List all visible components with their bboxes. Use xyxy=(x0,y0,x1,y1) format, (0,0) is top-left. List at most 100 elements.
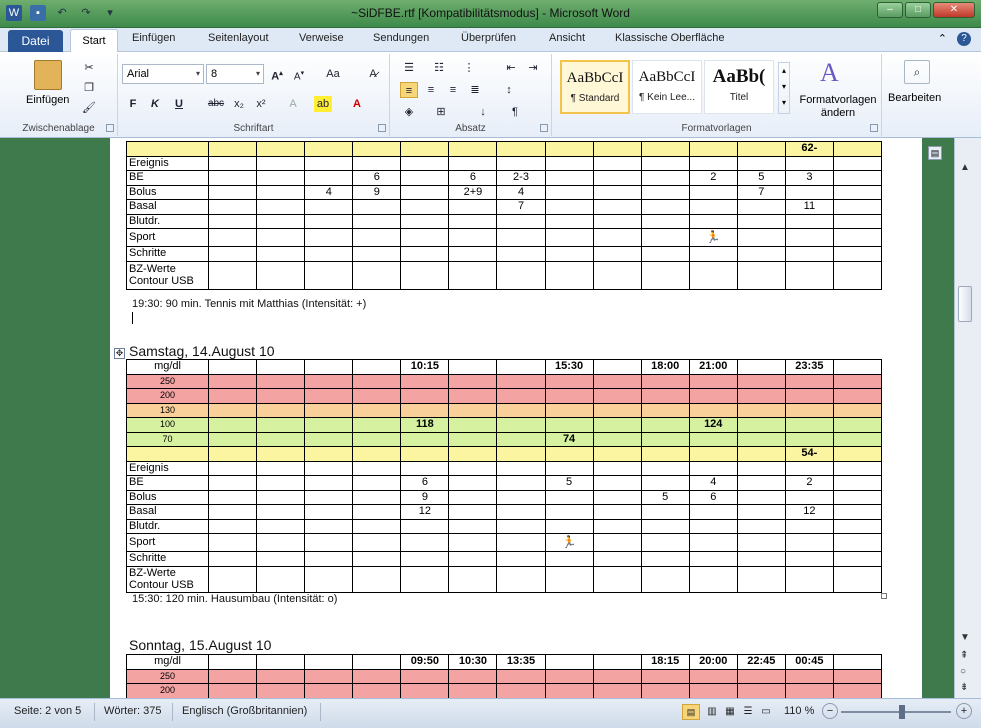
tab-view[interactable]: Ansicht xyxy=(549,32,585,44)
scrollbar-thumb[interactable] xyxy=(958,286,972,322)
clear-formatting-icon[interactable]: A̷ xyxy=(364,66,382,82)
status-page[interactable]: Seite: 2 von 5 xyxy=(14,705,81,717)
sort-icon[interactable]: ↓ xyxy=(474,104,492,120)
row-label: Basal xyxy=(125,504,210,520)
ruler-toggle-icon[interactable]: ▤ xyxy=(928,146,942,160)
subscript-icon[interactable]: x₂ xyxy=(230,96,248,112)
cell: 12 xyxy=(784,504,834,520)
shrink-font-icon[interactable]: A▾ xyxy=(290,66,308,82)
status-language[interactable]: Englisch (Großbritannien) xyxy=(182,705,307,717)
change-case-icon[interactable]: Aa xyxy=(324,66,342,82)
find-icon[interactable]: ⌕ xyxy=(904,60,930,84)
style-no-spacing[interactable]: AaBbCcI ¶ Kein Lee... xyxy=(632,60,702,114)
reading-view-icon[interactable]: ▥ xyxy=(704,704,720,720)
cell xyxy=(208,184,258,200)
text-effects-icon[interactable]: A xyxy=(284,96,302,112)
styles-scroll-buttons[interactable]: ▴ ▾ ▾ xyxy=(778,62,790,114)
change-styles-icon[interactable]: A xyxy=(820,58,839,88)
minimize-button[interactable]: – xyxy=(877,2,903,18)
tab-references[interactable]: Verweise xyxy=(299,32,344,44)
bz-value: 124 xyxy=(704,418,723,431)
underline-button[interactable]: U xyxy=(170,96,188,112)
cell: 7 xyxy=(496,199,546,215)
tab-classic[interactable]: Klassische Oberfläche xyxy=(615,32,724,44)
document-page[interactable]: 62- Ereignis BE 6 6 2-3 2 5 3 Bolus 4 9 2+9 4 7 B… xyxy=(110,138,922,698)
multilevel-list-icon[interactable]: ⋮ xyxy=(460,60,478,76)
align-left-icon[interactable]: ≡ xyxy=(400,82,418,98)
copy-icon[interactable]: ❐ xyxy=(80,80,98,96)
paste-button-label[interactable]: Einfügen xyxy=(26,94,69,106)
paragraph-launcher[interactable] xyxy=(540,124,548,132)
select-browse-object-icon[interactable]: ○ xyxy=(960,666,966,677)
tab-insert[interactable]: Einfügen xyxy=(132,32,175,44)
note-text: 15:30: 120 min. Hausumbau (Intensität: o… xyxy=(132,593,338,605)
scroll-up-icon[interactable]: ▲ xyxy=(960,162,970,173)
styles-launcher[interactable] xyxy=(870,124,878,132)
shading-icon[interactable]: ◈ xyxy=(400,104,418,120)
table-row: BE 6 6 2-3 2 5 3 xyxy=(125,170,883,186)
previous-page-icon[interactable]: ⇞ xyxy=(960,650,968,661)
zoom-slider-thumb[interactable] xyxy=(899,705,905,719)
borders-icon[interactable]: ⊞ xyxy=(432,104,450,120)
tab-file[interactable]: Datei xyxy=(8,30,63,52)
highlight-icon[interactable]: ab xyxy=(314,96,332,112)
superscript-icon[interactable]: x² xyxy=(252,96,270,112)
print-layout-view-icon[interactable]: ▤ xyxy=(682,704,700,720)
show-marks-icon[interactable]: ¶ xyxy=(506,104,524,120)
help-icon[interactable]: ? xyxy=(957,32,971,46)
tab-review[interactable]: Überprüfen xyxy=(461,32,516,44)
line-spacing-icon[interactable]: ↕ xyxy=(500,82,518,98)
editing-button[interactable]: Bearbeiten xyxy=(888,92,941,104)
bold-button[interactable]: F xyxy=(124,96,142,112)
font-size-combo[interactable]: 8 ▾ xyxy=(206,64,264,84)
time-cell: 22:45 xyxy=(747,655,776,668)
style-standard[interactable]: AaBbCcI ¶ Standard xyxy=(560,60,630,114)
header-label: mg/dl xyxy=(125,654,210,670)
table-resize-handle[interactable] xyxy=(881,593,887,599)
decrease-indent-icon[interactable]: ⇤ xyxy=(502,60,520,76)
italic-button[interactable]: K xyxy=(146,96,164,112)
table-move-handle-icon[interactable]: ✥ xyxy=(114,348,125,359)
style-title[interactable]: AaBb( Titel xyxy=(704,60,774,114)
web-layout-icon[interactable]: ▦ xyxy=(722,704,738,720)
bz-value: 54- xyxy=(801,447,818,460)
tab-mailings[interactable]: Sendungen xyxy=(373,32,429,44)
level-label: 100 xyxy=(125,417,210,433)
close-button[interactable]: ✕ xyxy=(933,2,975,18)
zoom-in-button[interactable]: + xyxy=(956,703,972,719)
vertical-scrollbar[interactable]: ▲ ▼ ⇞ ○ ⇟ xyxy=(954,138,981,698)
clipboard-launcher[interactable] xyxy=(106,124,114,132)
font-color-icon[interactable]: A xyxy=(348,96,366,112)
table-row: Basal 7 11 xyxy=(125,199,883,215)
zoom-out-button[interactable]: − xyxy=(822,703,838,719)
strikethrough-button[interactable]: abc xyxy=(204,96,228,112)
align-right-icon[interactable]: ≡ xyxy=(444,82,462,98)
zoom-level[interactable]: 110 % xyxy=(784,705,814,717)
status-words[interactable]: Wörter: 375 xyxy=(104,705,161,717)
time-cell: 21:00 xyxy=(699,360,728,373)
increase-indent-icon[interactable]: ⇥ xyxy=(524,60,542,76)
change-styles-button[interactable]: Formatvorlagen ändern xyxy=(794,94,882,120)
table-row: Blutdr. xyxy=(125,213,883,229)
font-name-combo[interactable]: Arial ▾ xyxy=(122,64,204,84)
numbering-icon[interactable]: ☷ xyxy=(430,60,448,76)
tab-start[interactable]: Start xyxy=(70,29,118,53)
outline-view-icon[interactable]: ☰ xyxy=(740,704,756,720)
cell xyxy=(832,170,883,186)
next-page-icon[interactable]: ⇟ xyxy=(960,682,968,693)
draft-view-icon[interactable]: ▭ xyxy=(758,704,774,720)
maximize-button[interactable]: □ xyxy=(905,2,931,18)
grow-font-icon[interactable]: A▴ xyxy=(268,66,286,83)
font-launcher[interactable] xyxy=(378,124,386,132)
justify-icon[interactable]: ≣ xyxy=(466,82,484,98)
format-painter-icon[interactable]: 🖌 xyxy=(80,100,98,116)
tab-page-layout[interactable]: Seitenlayout xyxy=(208,32,269,44)
cut-icon[interactable]: ✂ xyxy=(80,60,98,76)
minimize-ribbon-icon[interactable]: ⌃ xyxy=(938,32,947,46)
paste-icon[interactable] xyxy=(34,60,62,90)
zoom-slider[interactable] xyxy=(841,711,951,713)
style-title-sample: AaBb( xyxy=(712,66,766,87)
align-center-icon[interactable]: ≡ xyxy=(422,82,440,98)
bullets-icon[interactable]: ☰ xyxy=(400,60,418,76)
scroll-down-icon[interactable]: ▼ xyxy=(960,632,970,643)
